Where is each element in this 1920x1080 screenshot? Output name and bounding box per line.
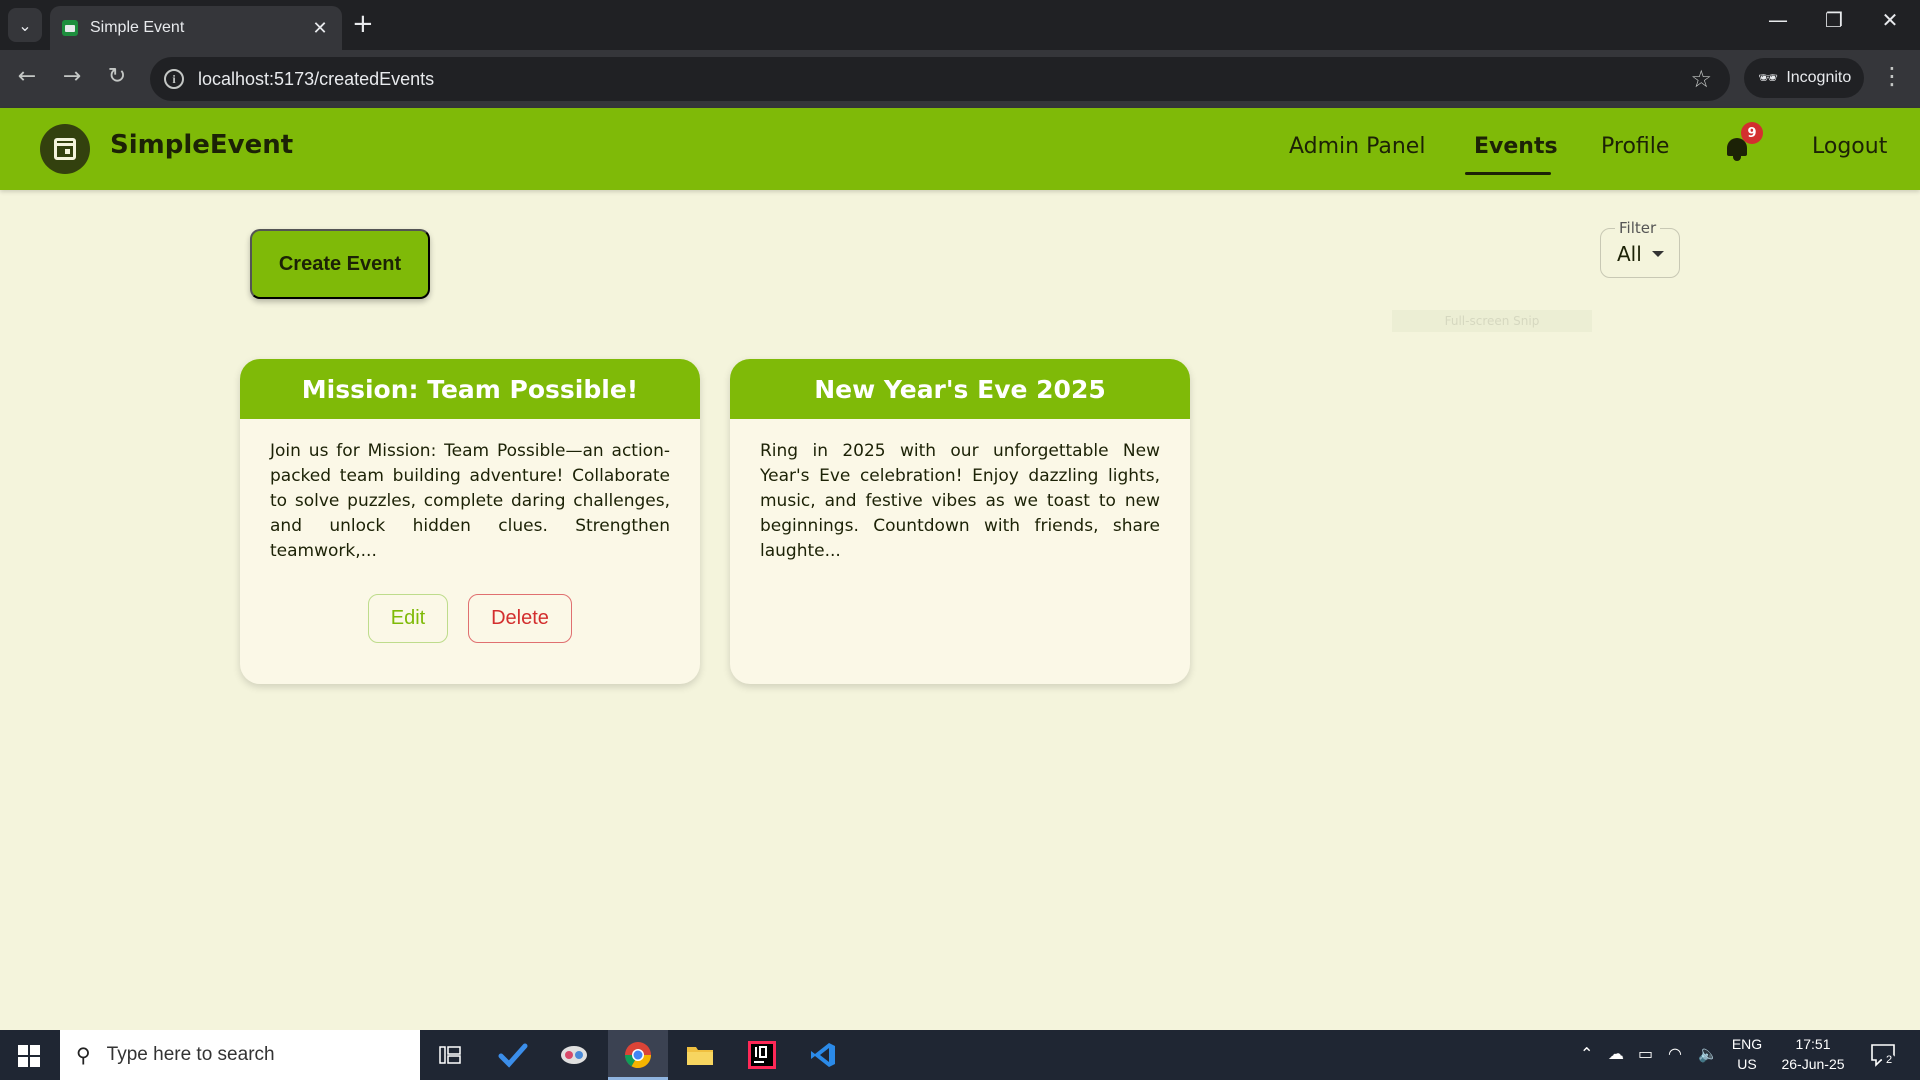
incognito-icon: 🕶	[1758, 70, 1779, 87]
intellij-icon[interactable]	[745, 1038, 779, 1072]
window-close-icon[interactable]: ✕	[1870, 8, 1910, 32]
event-card-description: Join us for Mission: Team Possible—an ac…	[270, 441, 670, 561]
create-event-button[interactable]: Create Event	[250, 229, 430, 299]
filter-select[interactable]: Filter All	[1600, 219, 1680, 278]
close-icon[interactable]: ✕	[310, 18, 330, 39]
event-card: Mission: Team Possible! Join us for Miss…	[240, 359, 700, 684]
incognito-label: Incognito	[1786, 69, 1852, 86]
logo[interactable]	[40, 124, 90, 174]
tab-title: Simple Event	[90, 19, 185, 36]
event-card-title: New Year's Eve 2025	[730, 359, 1190, 419]
nav-admin-panel[interactable]: Admin Panel	[1289, 134, 1425, 159]
windows-start-icon[interactable]	[18, 1045, 40, 1067]
caret-down-icon	[1652, 251, 1664, 257]
address-bar[interactable]: i localhost:5173/createdEvents ☆	[150, 57, 1730, 101]
task-view-icon[interactable]	[433, 1038, 467, 1072]
clock-time[interactable]: 17:51	[1768, 1036, 1858, 1052]
back-icon[interactable]: ←	[12, 64, 42, 89]
menu-kebab-icon[interactable]: ⋮	[1880, 62, 1904, 90]
volume-icon[interactable]: 🔈	[1698, 1044, 1718, 1063]
browser-toolbar: ← → ↻ i localhost:5173/createdEvents ☆ 🕶…	[0, 50, 1920, 108]
reload-icon[interactable]: ↻	[102, 64, 132, 89]
taskbar-search-placeholder: Type here to search	[106, 1044, 275, 1065]
snipping-tool-icon[interactable]	[557, 1038, 591, 1072]
tray-chevron-up-icon[interactable]: ⌃	[1580, 1044, 1593, 1063]
tab-search-button[interactable]: ⌄	[8, 8, 42, 42]
edit-button[interactable]: Edit	[368, 594, 448, 643]
onedrive-icon[interactable]: ☁	[1608, 1044, 1624, 1063]
action-center-badge: 2	[1882, 1054, 1896, 1066]
brand-name[interactable]: SimpleEvent	[110, 130, 293, 160]
incognito-indicator[interactable]: 🕶 Incognito	[1744, 58, 1864, 98]
clock-date[interactable]: 26-Jun-25	[1768, 1056, 1858, 1072]
event-card-title: Mission: Team Possible!	[240, 359, 700, 419]
restore-icon[interactable]: ❐	[1814, 8, 1854, 32]
bookmark-star-icon[interactable]: ☆	[1690, 65, 1712, 93]
calendar-icon	[54, 138, 76, 160]
nav-profile[interactable]: Profile	[1601, 134, 1669, 159]
todo-check-icon[interactable]	[496, 1038, 530, 1072]
windows-taskbar: ⚲ Type here to search ⌃ ☁ ▭ ◠ 🔈 ENG US 1…	[0, 1030, 1920, 1080]
chrome-icon[interactable]	[621, 1038, 655, 1072]
info-icon[interactable]: i	[164, 69, 184, 89]
filter-value: All	[1617, 242, 1642, 266]
language-code[interactable]: ENG	[1730, 1036, 1764, 1052]
app-header: SimpleEvent Admin Panel Events Profile 9…	[0, 108, 1920, 190]
browser-tab-strip: ⌄ Simple Event ✕ + — ❐ ✕	[0, 0, 1920, 50]
event-card-actions: Edit Delete	[240, 594, 700, 643]
browser-tab[interactable]: Simple Event ✕	[50, 6, 342, 50]
taskbar-search[interactable]: ⚲ Type here to search	[60, 1030, 420, 1080]
nav-logout[interactable]: Logout	[1812, 134, 1887, 159]
minimize-icon[interactable]: —	[1758, 8, 1798, 32]
file-explorer-icon[interactable]	[683, 1038, 717, 1072]
event-card: New Year's Eve 2025 Ring in 2025 with ou…	[730, 359, 1190, 684]
battery-icon[interactable]: ▭	[1638, 1044, 1653, 1063]
nav-events[interactable]: Events	[1474, 134, 1558, 159]
delete-button[interactable]: Delete	[468, 594, 572, 643]
event-card-description: Ring in 2025 with our unforgettable New …	[760, 441, 1160, 561]
chevron-down-icon: ⌄	[18, 15, 32, 35]
calendar-favicon-icon	[62, 20, 78, 36]
notification-badge: 9	[1741, 122, 1763, 144]
snip-overlay-label: Full-screen Snip	[1392, 310, 1592, 332]
url-text[interactable]: localhost:5173/createdEvents	[198, 69, 434, 90]
active-nav-underline	[1465, 172, 1551, 175]
language-region[interactable]: US	[1730, 1056, 1764, 1072]
filter-label: Filter	[1615, 219, 1661, 237]
search-icon: ⚲	[76, 1043, 91, 1067]
forward-icon[interactable]: →	[57, 64, 87, 89]
vscode-icon[interactable]	[806, 1038, 840, 1072]
new-tab-button[interactable]: +	[352, 10, 374, 38]
wifi-icon[interactable]: ◠	[1668, 1044, 1682, 1063]
